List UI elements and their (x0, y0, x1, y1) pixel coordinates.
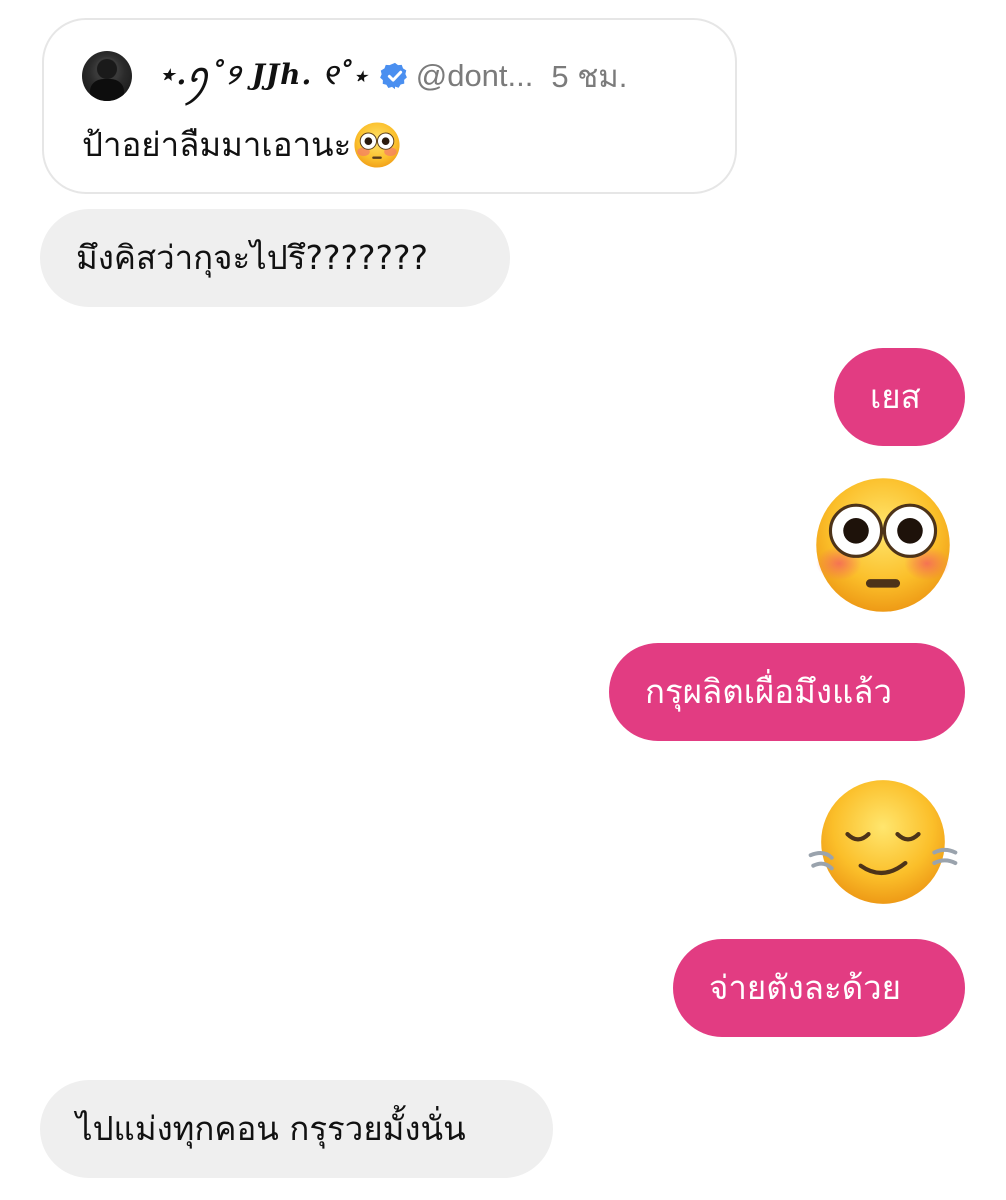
verified-badge-icon (379, 62, 407, 90)
quoted-tweet-card[interactable]: ⋆.ꪆ˚୨ JJh. ୧˚⋆ @dont... 5 ชม. ป้าอย่าลืม… (42, 18, 737, 194)
avatar[interactable] (82, 51, 132, 101)
dm-conversation: ⋆.ꪆ˚୨ JJh. ୧˚⋆ @dont... 5 ชม. ป้าอย่าลืม… (0, 0, 1006, 1200)
handle: @dont... (415, 58, 534, 93)
message-bubble-outgoing[interactable]: เยส (834, 348, 965, 446)
flushed-face-emoji[interactable] (812, 474, 954, 616)
message-text: จ่ายตังละด้วย (709, 968, 901, 1007)
message-bubble-outgoing[interactable]: จ่ายตังละด้วย (673, 939, 965, 1037)
quoted-tweet-text: ป้าอย่าลืมมาเอานะ (82, 118, 401, 171)
display-name: ⋆.ꪆ˚୨ JJh. ୧˚⋆ (158, 57, 368, 91)
message-bubble-incoming[interactable]: มึงคิสว่ากุจะไปรึ??????? (40, 209, 510, 307)
flushed-face-emoji (354, 121, 400, 168)
message-text: เยส (870, 377, 921, 416)
message-bubble-incoming[interactable]: ไปแม่งทุกคอน กรุรวยมั้งนั่น (40, 1080, 553, 1178)
face-exhaling-emoji[interactable] (808, 776, 958, 908)
message-text: ไปแม่งทุกคอน กรุรวยมั้งนั่น (76, 1109, 466, 1148)
timestamp: 5 ชม. (551, 59, 628, 94)
quoted-tweet-header: ⋆.ꪆ˚୨ JJh. ୧˚⋆ @dont... 5 ชม. (82, 48, 627, 104)
message-text: มึงคิสว่ากุจะไปรึ??????? (76, 238, 429, 277)
message-text: กรุผลิตเผื่อมึงแล้ว (645, 672, 893, 711)
message-bubble-outgoing[interactable]: กรุผลิตเผื่อมึงแล้ว (609, 643, 965, 741)
quoted-tweet-body: ป้าอย่าลืมมาเอานะ (82, 125, 352, 164)
